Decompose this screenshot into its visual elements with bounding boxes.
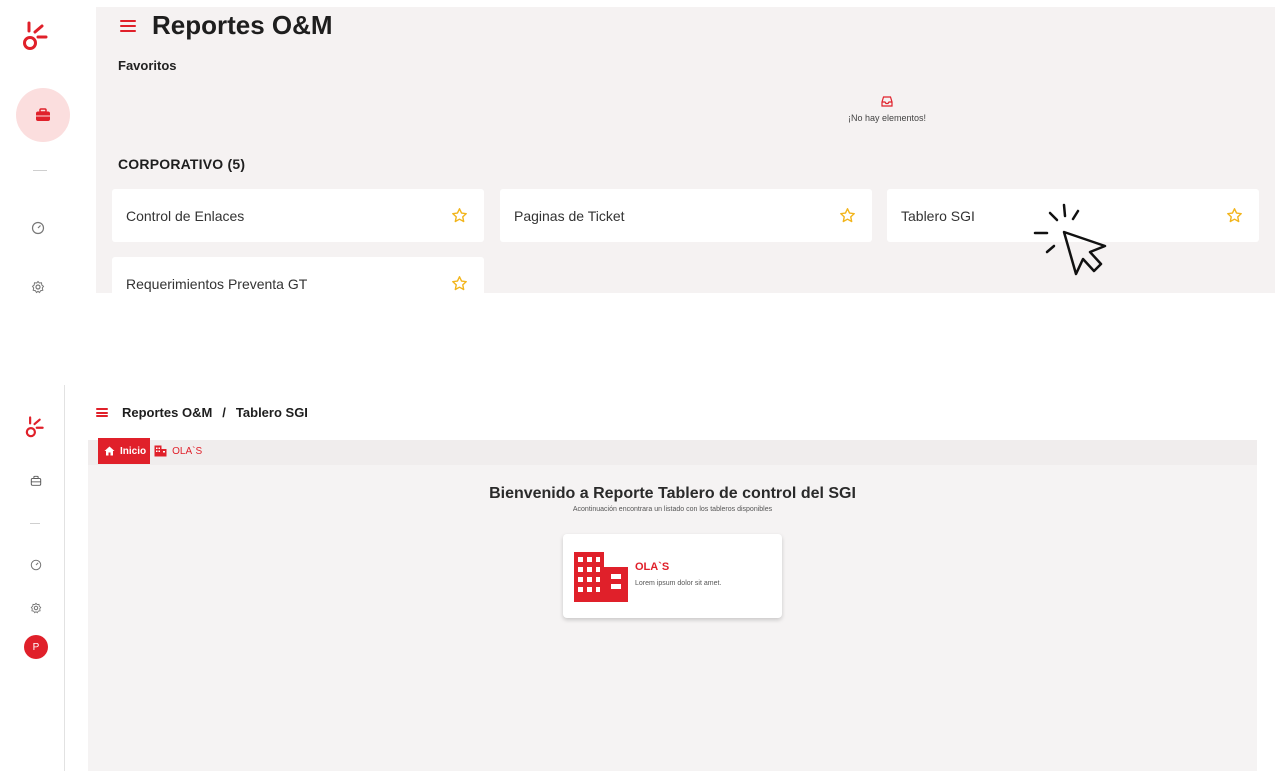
sidebar [0,0,76,294]
welcome-subtitle: Acontinuación encontrara un listado con … [572,506,773,513]
tabs: Inicio OLA`S [98,438,202,464]
star-icon[interactable] [451,275,468,292]
gear-icon[interactable] [31,280,45,294]
dashboard-card-title: OLA`S [635,561,670,573]
sidebar-divider [30,523,40,524]
breadcrumb: Reportes O&M / Tablero SGI [122,405,308,420]
page-title: Reportes O&M [152,10,333,40]
tab-bar [88,440,1257,465]
card-label: Requerimientos Preventa GT [126,275,308,292]
breadcrumb-current: Tablero SGI [235,405,308,420]
gauge-icon[interactable] [31,221,45,235]
star-icon[interactable] [839,207,856,224]
logo-icon[interactable] [25,415,47,444]
briefcase-icon [36,108,50,121]
report-card-control-enlaces[interactable]: Control de Enlaces [112,189,484,242]
sidebar-border [64,385,65,771]
star-icon[interactable] [1226,207,1243,224]
section-heading: CORPORATIVO (5) [118,156,246,172]
tab-inicio[interactable]: Inicio [98,438,151,464]
sidebar-item-reports[interactable] [16,88,70,142]
menu-icon[interactable] [120,19,136,32]
click-cursor-icon [1030,200,1114,278]
dashboard-card-description: Lorem ipsum dolor sit amet. [635,580,722,587]
building-icon [154,445,167,457]
breadcrumb-separator: / [222,405,226,420]
dashboard-card-olas[interactable]: OLA`S Lorem ipsum dolor sit amet. [563,534,782,618]
tab-label: Inicio [120,445,147,457]
menu-icon[interactable] [96,408,108,417]
tab-olas[interactable]: OLA`S [154,445,202,457]
card-label: Paginas de Ticket [514,207,625,224]
sidebar-divider [33,170,47,171]
sidebar: P [0,385,64,771]
inbox-icon [881,96,893,107]
building-icon [574,552,628,602]
briefcase-icon[interactable] [30,475,42,487]
favorites-empty-state: ¡No hay elementos! [836,96,938,123]
favorites-heading: Favoritos [118,58,177,73]
report-card-paginas-ticket[interactable]: Paginas de Ticket [500,189,872,242]
dashboard-panel: P Reportes O&M / Tablero SGI Inicio OLA`… [0,385,1275,771]
report-card-requerimientos-preventa[interactable]: Requerimientos Preventa GT [112,257,484,310]
logo-icon[interactable] [22,20,52,57]
tab-label: OLA`S [172,445,203,457]
card-label: Control de Enlaces [126,207,245,224]
empty-message: ¡No hay elementos! [847,113,927,123]
card-label: Tablero SGI [901,207,975,224]
welcome-title: Bienvenido a Reporte Tablero de control … [489,485,856,502]
gauge-icon[interactable] [30,559,42,571]
breadcrumb-root[interactable]: Reportes O&M [122,405,212,420]
star-icon[interactable] [451,207,468,224]
home-icon [104,446,115,456]
gear-icon[interactable] [30,602,42,614]
avatar[interactable]: P [24,635,48,659]
reports-list-panel: Reportes O&M Favoritos ¡No hay elementos… [0,0,1275,310]
